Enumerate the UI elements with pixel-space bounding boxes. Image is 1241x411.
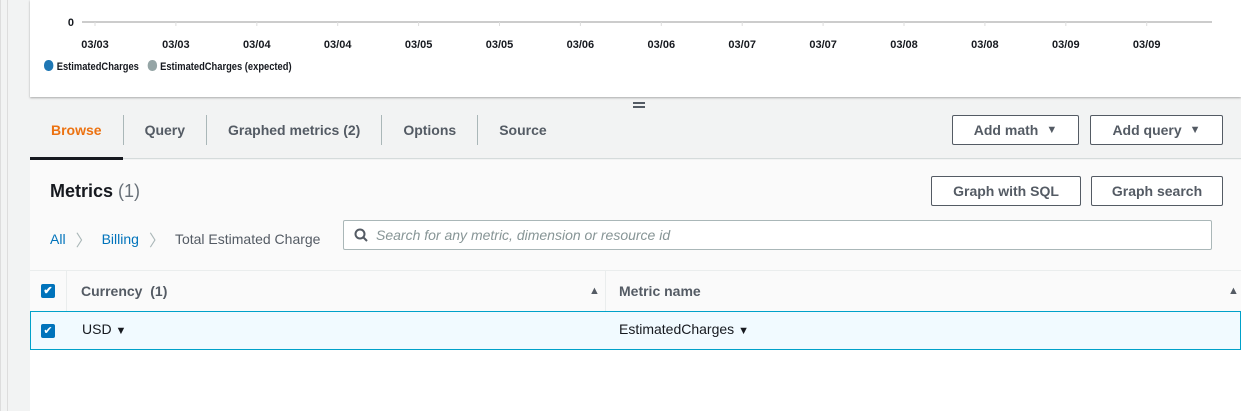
table-row[interactable]: ✔ USD ▼ EstimatedCharges ▼ xyxy=(30,311,1241,350)
column-header-currency[interactable]: Currency (1) xyxy=(81,283,167,299)
button-label: Graph with SQL xyxy=(953,183,1059,199)
metric-search[interactable] xyxy=(343,220,1212,250)
metric-name-cell[interactable]: EstimatedCharges ▼ xyxy=(619,321,749,337)
button-label: Add query xyxy=(1112,122,1182,138)
filter-dropdown-icon[interactable]: ▼ xyxy=(738,325,749,337)
legend-label: EstimatedCharges (expected) xyxy=(160,61,292,73)
x-tick-label: 03/09 xyxy=(1133,39,1161,51)
cell-value: USD xyxy=(82,321,112,337)
resize-handle[interactable] xyxy=(633,102,645,108)
x-tick-label: 03/08 xyxy=(890,39,918,51)
sort-asc-icon[interactable]: ▲ xyxy=(1228,285,1239,297)
legend-label: EstimatedCharges xyxy=(56,61,139,73)
add-math-button[interactable]: Add math ▼ xyxy=(952,115,1079,145)
left-sidebar-strip xyxy=(0,0,30,411)
row-checkbox[interactable]: ✔ xyxy=(41,324,55,338)
metrics-count: (1) xyxy=(118,181,141,201)
breadcrumb-current: Total Estimated Charge xyxy=(174,231,321,247)
metrics-panel: Metrics (1) Graph with SQL Graph search … xyxy=(30,160,1241,411)
column-count: (1) xyxy=(150,283,168,299)
x-tick-label: 03/04 xyxy=(243,39,271,51)
add-query-button[interactable]: Add query ▼ xyxy=(1090,115,1223,145)
chart-svg: 0 03/03 03/03 03/04 03/04 03/05 03/05 03/06 03/0… xyxy=(68,17,1212,51)
tab-query[interactable]: Query xyxy=(124,110,206,159)
column-header-metric-name[interactable]: Metric name xyxy=(619,283,701,299)
legend-item[interactable]: EstimatedCharges (expected) xyxy=(147,60,292,73)
column-divider xyxy=(66,271,67,312)
caret-down-icon: ▼ xyxy=(1189,124,1201,136)
tab-options[interactable]: Options xyxy=(382,110,477,159)
x-tick-label: 03/07 xyxy=(809,39,837,51)
tab-source[interactable]: Source xyxy=(478,110,567,159)
breadcrumb-billing[interactable]: Billing xyxy=(102,231,139,247)
series-color-icon xyxy=(147,60,157,71)
tab-browse[interactable]: Browse xyxy=(30,110,123,160)
sort-asc-icon[interactable]: ▲ xyxy=(589,285,600,297)
table-empty-area xyxy=(30,350,1241,411)
metrics-title: Metrics (1) xyxy=(50,181,140,202)
x-tick-label: 03/06 xyxy=(648,39,676,51)
legend-item[interactable]: EstimatedCharges xyxy=(44,60,139,73)
breadcrumb-all[interactable]: All xyxy=(50,231,66,247)
x-tick-label: 03/04 xyxy=(324,39,352,51)
tab-graphed-metrics[interactable]: Graphed metrics (2) xyxy=(207,110,381,159)
filter-dropdown-icon[interactable]: ▼ xyxy=(115,325,126,337)
breadcrumb: All 〉 Billing 〉 Total Estimated Charge xyxy=(50,227,320,251)
chart-panel: 0 03/03 03/03 03/04 03/04 03/05 03/05 03/06 03/0… xyxy=(30,0,1241,97)
select-all-checkbox[interactable]: ✔ xyxy=(41,284,55,298)
x-tick-label: 03/06 xyxy=(567,39,595,51)
currency-cell[interactable]: USD ▼ xyxy=(82,321,126,337)
chevron-right-icon: 〉 xyxy=(75,233,92,250)
x-tick-label: 03/05 xyxy=(486,39,514,51)
x-tick-label: 03/05 xyxy=(405,39,433,51)
chart-legend: EstimatedCharges EstimatedCharges (expec… xyxy=(44,60,292,73)
search-input[interactable] xyxy=(376,227,1176,243)
button-label: Add math xyxy=(973,122,1039,138)
x-tick-label: 03/03 xyxy=(81,39,109,51)
column-label: Currency xyxy=(81,283,143,299)
x-tick-label: 03/09 xyxy=(1052,39,1080,51)
chevron-right-icon: 〉 xyxy=(148,233,165,250)
graph-with-sql-button[interactable]: Graph with SQL xyxy=(931,176,1081,206)
graph-search-button[interactable]: Graph search xyxy=(1091,176,1223,206)
search-icon xyxy=(354,228,368,242)
column-divider xyxy=(605,271,606,312)
metrics-title-text: Metrics xyxy=(50,181,114,201)
cell-value: EstimatedCharges xyxy=(619,321,735,337)
caret-down-icon: ▼ xyxy=(1046,124,1058,136)
y-tick-label: 0 xyxy=(68,17,74,29)
series-color-icon xyxy=(44,60,54,71)
x-tick-label: 03/08 xyxy=(971,39,999,51)
x-tick-label: 03/07 xyxy=(728,39,756,51)
button-label: Graph search xyxy=(1111,183,1203,199)
x-tick-label: 03/03 xyxy=(162,39,190,51)
table-header: ✔ Currency (1) ▲ Metric name ▲ xyxy=(30,270,1241,312)
